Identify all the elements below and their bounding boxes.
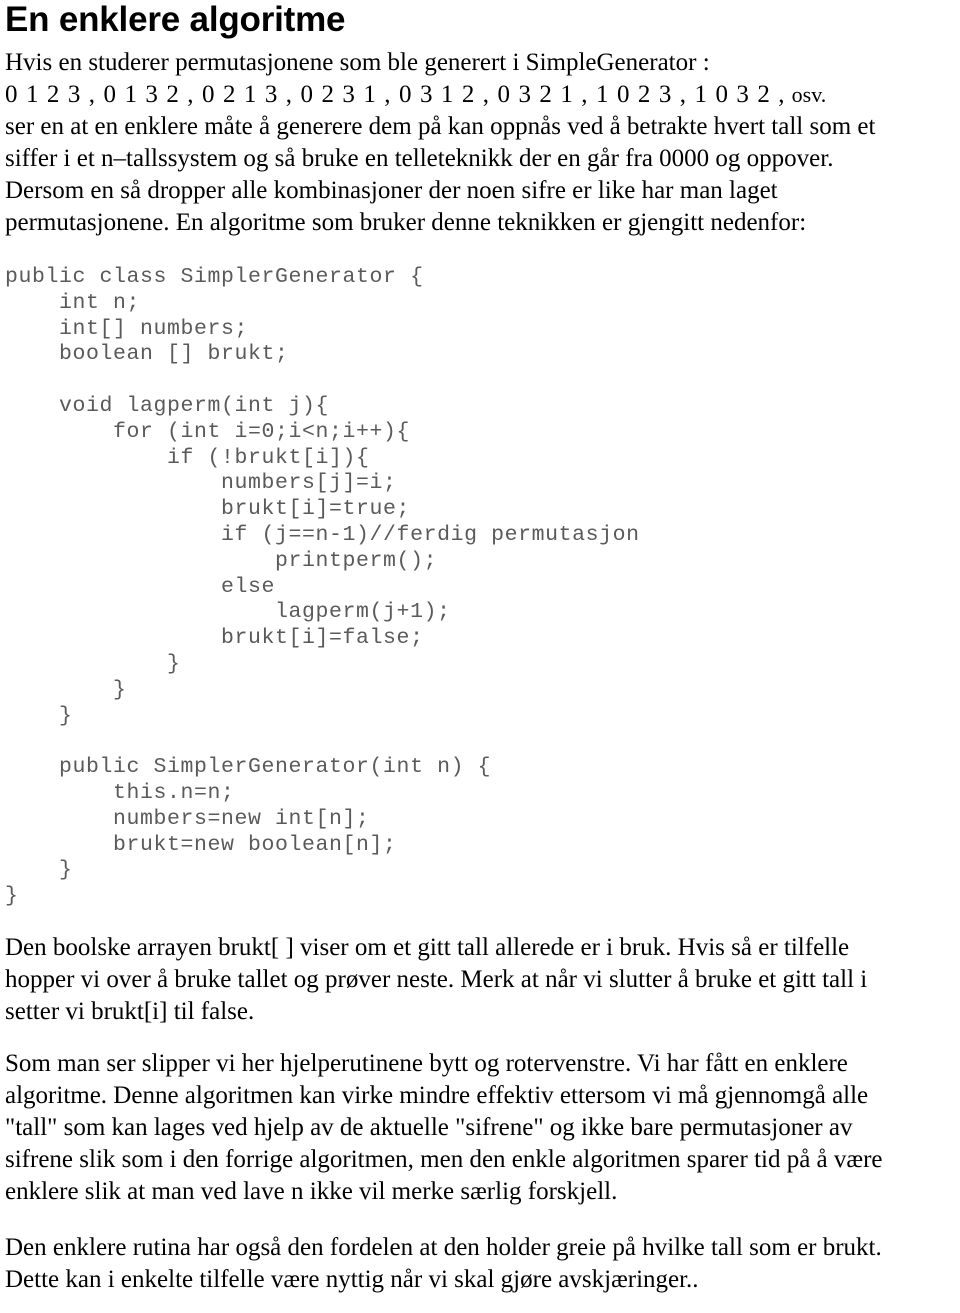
document-page: En enklere algoritme Hvis en studerer pe…	[0, 0, 960, 1313]
paragraph-comparison: Som man ser slipper vi her hjelperutinen…	[5, 1048, 954, 1208]
paragraph-2-line-1: ser en at en enklere måte å generere dem…	[5, 113, 876, 140]
code-spacer-bottom	[5, 910, 954, 932]
paragraph-spacer-3	[5, 1028, 954, 1048]
code-line: printperm();	[5, 548, 438, 573]
paragraph-brukt-array: Den boolske arrayen brukt[ ] viser om et…	[5, 932, 954, 1028]
paragraph-4-line-3: "tall" som kan lages ved hjelp av de akt…	[5, 1113, 853, 1141]
code-line: public SimplerGenerator(int n) {	[5, 755, 492, 780]
paragraph-4-line-2: algoritme. Denne algoritmen kan virke mi…	[5, 1081, 869, 1109]
paragraph-3-line-1: Den boolske arrayen brukt[ ] viser om et…	[5, 933, 850, 961]
code-line: else	[5, 574, 276, 599]
paragraph-3-line-3: setter vi brukt[i] til false.	[5, 997, 255, 1025]
permutation-sequence-line: 0 1 2 3 , 0 1 3 2 , 0 2 1 3 , 0 2 3 1 , …	[5, 79, 954, 111]
code-line: this.n=n;	[5, 780, 235, 805]
paragraph-2-line-3: Dersom en så dropper alle kombinasjoner …	[5, 177, 778, 204]
paragraph-3-line-2: hopper vi over å bruke tallet og prøver …	[5, 965, 868, 993]
code-line: }	[5, 651, 181, 676]
code-line: public class SimplerGenerator {	[5, 265, 424, 289]
paragraph-5-line-1: Den enklere rutina har også den fordelen…	[5, 1233, 882, 1261]
code-line: }	[5, 677, 127, 702]
code-line: brukt=new boolean[n];	[5, 832, 397, 857]
paragraph-2-line-2: siffer i et n–tallssystem og så bruke en…	[5, 145, 834, 172]
page-title: En enklere algoritme	[5, 0, 346, 39]
code-line: brukt[i]=false;	[5, 626, 424, 651]
paragraph-4-line-1: Som man ser slipper vi her hjelperutinen…	[5, 1049, 848, 1077]
code-line: }	[5, 703, 73, 728]
code-line: }	[5, 884, 19, 909]
code-line: }	[5, 858, 73, 883]
code-line: void lagperm(int j){	[5, 393, 330, 418]
code-listing-simpler-generator: public class SimplerGenerator { int n; i…	[5, 265, 954, 910]
paragraph-2-line-4: permutasjonene. En algoritme som bruker …	[5, 209, 807, 236]
code-line: int[] numbers;	[5, 316, 249, 341]
paragraph-4-line-4: sifrene slik som i den forrige algoritme…	[5, 1145, 883, 1173]
code-line: lagperm(j+1);	[5, 600, 451, 625]
code-line: for (int i=0;i<n;i++){	[5, 419, 411, 444]
code-line: boolean [] brukt;	[5, 342, 289, 367]
paragraph-5-line-2: Dette kan i enkelte tilfelle være nyttig…	[5, 1265, 699, 1293]
intro-paragraph: Hvis en studerer permutasjonene som ble …	[5, 47, 954, 111]
code-line: if (j==n-1)//ferdig permutasjon	[5, 522, 640, 547]
paragraph-explanation: ser en at en enklere måte å generere dem…	[5, 111, 954, 239]
permutation-sequence: 0 1 2 3 , 0 1 3 2 , 0 2 1 3 , 0 2 3 1 , …	[5, 81, 786, 108]
code-line: int n;	[5, 290, 141, 315]
intro-line-1: Hvis en studerer permutasjonene som ble …	[5, 49, 710, 76]
paragraph-4-line-5: enklere slik at man ved lave n ikke vil …	[5, 1177, 618, 1205]
paragraph-advantage: Den enklere rutina har også den fordelen…	[5, 1232, 954, 1296]
permutation-sequence-tail: osv.	[785, 82, 827, 107]
code-line: numbers[j]=i;	[5, 471, 397, 496]
code-line: brukt[i]=true;	[5, 497, 411, 522]
paragraph-spacer-4	[5, 1208, 954, 1232]
code-line: numbers=new int[n];	[5, 806, 370, 831]
code-spacer-top	[5, 239, 954, 265]
code-line: if (!brukt[i]){	[5, 445, 370, 470]
